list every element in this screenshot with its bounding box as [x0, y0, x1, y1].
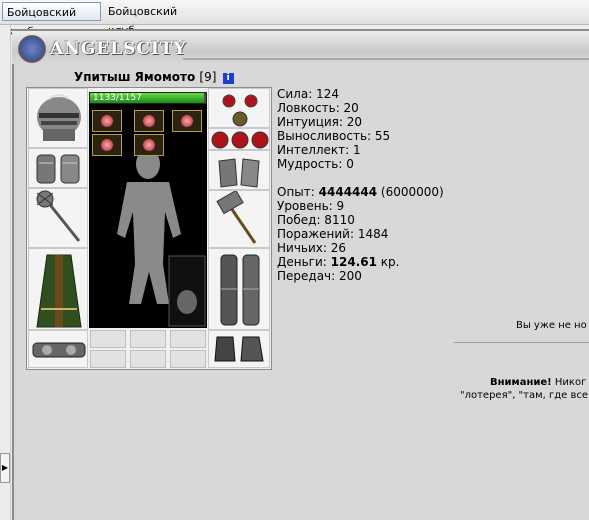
stat-money: Деньги: 124.61 кр.: [277, 255, 444, 269]
message-line-1: Вы уже не но: [516, 320, 587, 331]
boots-slot[interactable]: [208, 330, 270, 368]
empty-slot-1[interactable]: [90, 330, 126, 348]
info-icon[interactable]: i: [222, 73, 234, 84]
stat-agility: Ловкость: 20: [277, 101, 359, 115]
stat-strength: Сила: 124: [277, 87, 339, 101]
empty-slot-5[interactable]: [130, 350, 166, 368]
stat-stamina: Выносливость: 55: [277, 129, 391, 143]
empty-slot-4[interactable]: [90, 350, 126, 368]
greaves-slot[interactable]: [208, 248, 270, 330]
tab-fight-club-2[interactable]: Бойцовский клуб: [104, 2, 200, 37]
site-logo[interactable]: ANGELSCITY: [18, 35, 186, 63]
greaves-icon: [220, 254, 260, 326]
character-name: Упитыш Ямомото [9] i: [74, 70, 234, 84]
money-label: Деньги:: [277, 255, 327, 269]
empty-slot-3[interactable]: [170, 330, 206, 348]
tab-bar: Бойцовский клуб Бойцовский клуб: [0, 0, 589, 38]
hammer-icon: [216, 191, 257, 244]
money-unit: кр.: [380, 255, 400, 269]
stat-losses: Поражений: 1484: [277, 227, 389, 241]
money-value: 124.61: [330, 255, 377, 269]
stat-wisdom: Мудрость: 0: [277, 157, 354, 171]
hp-bar: 1133/1157: [89, 92, 207, 104]
stats-gap: [277, 171, 444, 185]
message-divider: [454, 342, 589, 343]
rune-slot-5[interactable]: [134, 134, 164, 156]
logo-text: ANGELSCITY: [50, 39, 187, 59]
belt-icon: [32, 342, 86, 358]
mace-icon: [36, 190, 81, 242]
stat-wins: Побед: 8110: [277, 213, 355, 227]
gloves-slot[interactable]: [208, 150, 270, 190]
amulet-slot[interactable]: [208, 88, 270, 128]
belt-slot[interactable]: [28, 330, 88, 368]
tab-fight-club-1[interactable]: Бойцовский клуб: [2, 2, 101, 38]
warning-text: Никог: [551, 377, 587, 388]
stat-level: Уровень: 9: [277, 199, 345, 213]
warning-line: Внимание! Никог: [490, 377, 586, 388]
hp-text: 1133/1157: [93, 93, 142, 103]
stat-transfers: Передач: 200: [277, 269, 362, 283]
logo-emblem-icon: [18, 35, 46, 63]
character-nick: Упитыш Ямомото: [74, 70, 196, 84]
armor-slot[interactable]: [28, 248, 88, 330]
weapon-right-slot[interactable]: [208, 190, 270, 248]
boots-icon: [214, 336, 264, 362]
stat-intellect: Интеллект: 1: [277, 143, 361, 157]
bracers-icon: [36, 154, 80, 184]
helmet-slot[interactable]: [28, 88, 88, 148]
triangle-right-icon[interactable]: ▶: [0, 453, 10, 483]
amulet-icon: [222, 94, 258, 127]
bracers-slot[interactable]: [28, 148, 88, 188]
left-rail: ▶: [0, 25, 11, 520]
exp-label: Опыт:: [277, 185, 315, 199]
rune-slot-2[interactable]: [134, 110, 164, 132]
rune-slot-1[interactable]: [92, 110, 122, 132]
warning-label: Внимание!: [490, 377, 552, 388]
stat-experience: Опыт: 4444444 (6000000): [277, 185, 444, 199]
stat-intuition: Интуиция: 20: [277, 115, 363, 129]
exp-next: (6000000): [380, 185, 444, 199]
character-level: [9]: [199, 70, 217, 84]
weapon-left-slot[interactable]: [28, 188, 88, 248]
helmet-icon: [37, 94, 81, 141]
cloak-icon: [36, 254, 82, 328]
empty-slot-2[interactable]: [130, 330, 166, 348]
rings-icon: [211, 131, 269, 149]
stat-draws: Ничьих: 26: [277, 241, 347, 255]
message-line-3: "лотерея", "там, где все: [460, 390, 589, 401]
gloves-icon: [218, 158, 260, 188]
rune-slot-3[interactable]: [172, 110, 202, 132]
banner-divider: [183, 58, 589, 60]
character-stats: Сила: 124 Ловкость: 20 Интуиция: 20 Выно…: [277, 87, 444, 283]
rune-slot-4[interactable]: [92, 134, 122, 156]
exp-value: 4444444: [318, 185, 378, 199]
empty-slot-6[interactable]: [170, 350, 206, 368]
rings-slot[interactable]: [208, 128, 270, 150]
